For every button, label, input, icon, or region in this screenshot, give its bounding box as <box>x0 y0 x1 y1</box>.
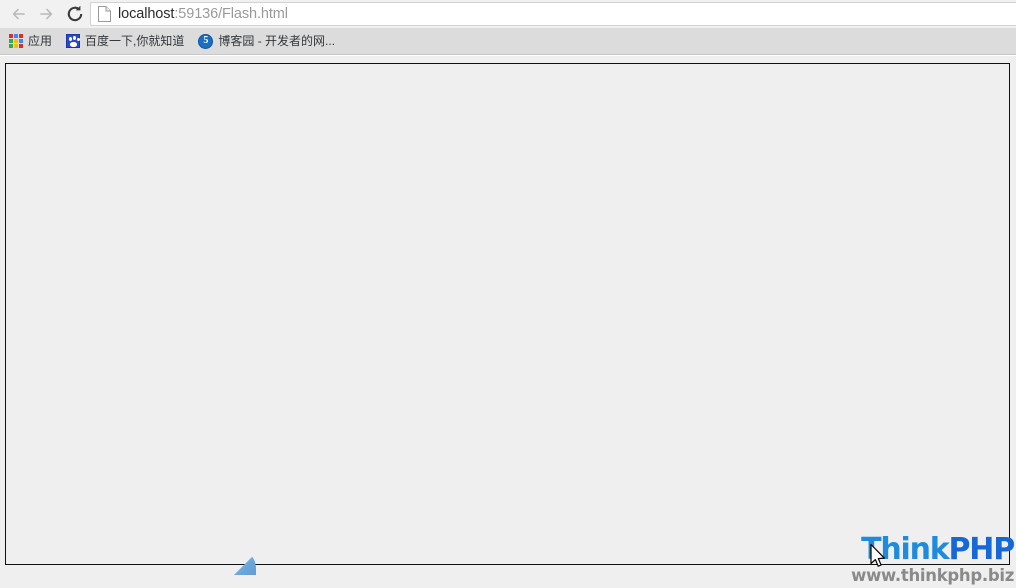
bookmarks-bar: 应用 百度一下,你就知道 5 博客园 - 开发者的网... <box>0 28 1016 55</box>
page-document-icon <box>98 6 111 22</box>
apps-grid-icon <box>9 34 23 48</box>
bookmark-baidu[interactable]: 百度一下,你就知道 <box>60 31 190 51</box>
url-text: localhost:59136/Flash.html <box>118 6 288 22</box>
blue-arc-shape <box>234 553 256 575</box>
thinkphp-logo-php: PHP <box>948 532 1016 567</box>
browser-window: localhost:59136/Flash.html 应用 百度一下,你就知道 <box>0 0 1016 588</box>
cnblogs-icon: 5 <box>198 33 214 49</box>
address-bar[interactable]: localhost:59136/Flash.html <box>90 2 1016 26</box>
reload-icon <box>67 5 83 22</box>
bookmark-apps[interactable]: 应用 <box>2 31 58 51</box>
browser-toolbar: localhost:59136/Flash.html <box>0 0 1016 28</box>
baidu-paw-icon <box>66 34 81 48</box>
arrow-left-icon <box>12 8 25 20</box>
bookmark-cnblogs[interactable]: 5 博客园 - 开发者的网... <box>192 31 341 51</box>
bookmark-cnblogs-label: 博客园 - 开发者的网... <box>218 34 336 48</box>
bookmark-baidu-label: 百度一下,你就知道 <box>85 34 185 48</box>
thinkphp-url: www.thinkphp.biz <box>851 566 1014 585</box>
forward-button[interactable] <box>33 1 59 27</box>
url-host: localhost <box>118 6 175 22</box>
reload-button[interactable] <box>62 1 88 27</box>
page-viewport: ThinkPHP www.thinkphp.biz <box>0 56 1016 588</box>
arrow-right-icon <box>40 8 53 20</box>
thinkphp-logo: ThinkPHP <box>851 532 1016 567</box>
cnblogs-glyph: 5 <box>203 35 209 46</box>
flash-stage[interactable] <box>5 63 1010 575</box>
back-button[interactable] <box>6 1 32 27</box>
url-path: :59136/Flash.html <box>174 6 288 22</box>
thinkphp-logo-think: Think <box>861 532 950 567</box>
bookmark-apps-label: 应用 <box>28 34 53 48</box>
thinkphp-watermark: ThinkPHP www.thinkphp.biz <box>851 532 1016 586</box>
